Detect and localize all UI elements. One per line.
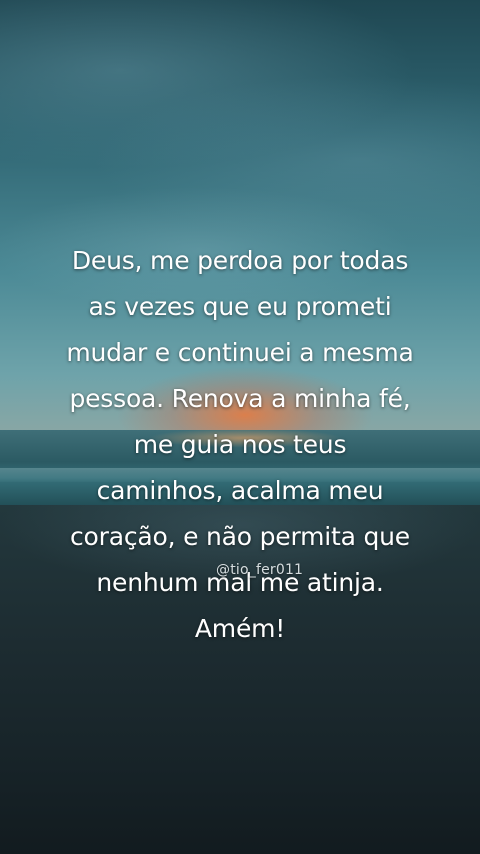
quote-line: coração, e não permita que — [70, 522, 410, 551]
quote-line: mudar e continuei a mesma — [66, 338, 414, 367]
creator-watermark: @tio_fer011 — [216, 562, 304, 578]
quote-line: me guia nos teus — [133, 430, 347, 459]
quote-line: Deus, me perdoa por todas — [71, 246, 409, 275]
quote-line: pessoa. Renova a minha fé, — [69, 384, 411, 413]
prayer-quote: Deus, me perdoa por todas as vezes que e… — [20, 238, 460, 652]
quote-line: as vezes que eu prometi — [88, 292, 392, 321]
quote-line: Amém! — [194, 614, 286, 643]
story-screen: Deus, me perdoa por todas as vezes que e… — [0, 0, 480, 854]
quote-line: caminhos, acalma meu — [96, 476, 384, 505]
